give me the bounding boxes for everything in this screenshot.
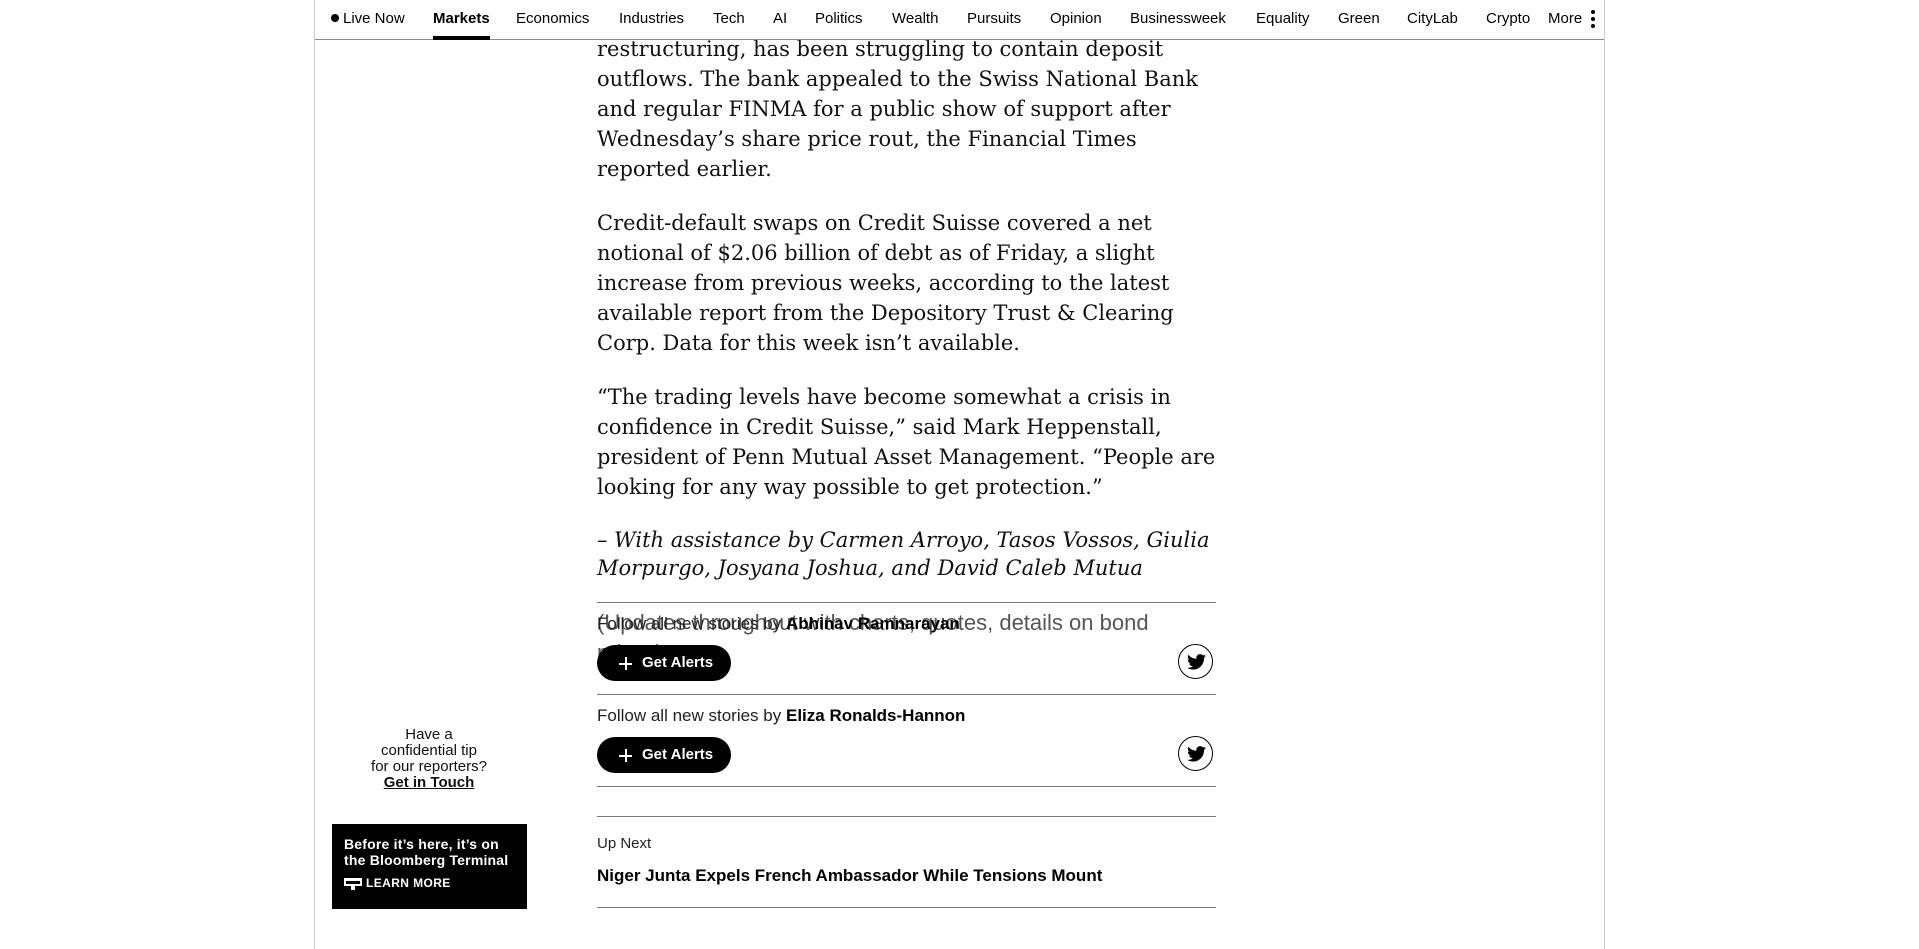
twitter-icon: [1187, 746, 1206, 762]
terminal-icon: [344, 878, 362, 890]
ad-headline: Before it’s here, it’s on the Bloomberg …: [344, 836, 509, 868]
learn-more-link[interactable]: LEARN MORE: [344, 876, 515, 890]
nav-item-businessweek[interactable]: Businessweek: [1130, 0, 1226, 39]
confidential-tip: Have a confidential tip for our reporter…: [358, 727, 500, 791]
article-paragraph: “The trading levels have become somewhat…: [597, 385, 1216, 499]
nav-item-opinion[interactable]: Opinion: [1050, 0, 1102, 39]
author-name[interactable]: Abhinav Ramnarayan: [786, 614, 960, 633]
nav-item-pursuits[interactable]: Pursuits: [967, 0, 1021, 39]
nav-item-crypto[interactable]: Crypto: [1486, 0, 1530, 39]
get-alerts-button[interactable]: Get Alerts: [597, 645, 731, 681]
get-in-touch-link[interactable]: Get in Touch: [358, 775, 500, 791]
follow-author-row: Follow all new stories by Eliza Ronalds-…: [597, 706, 966, 725]
live-dot-icon: [331, 14, 339, 22]
nav-item-green[interactable]: Green: [1338, 0, 1380, 39]
twitter-follow-button[interactable]: [1178, 644, 1213, 679]
nav-item-politics[interactable]: Politics: [815, 0, 863, 39]
nav-item-more[interactable]: More: [1548, 0, 1582, 39]
nav-item-citylab[interactable]: CityLab: [1407, 0, 1458, 39]
twitter-icon: [1187, 654, 1206, 670]
nav-item-markets[interactable]: Markets: [433, 0, 490, 40]
article-paragraph: Credit-default swaps on Credit Suisse co…: [597, 211, 1174, 355]
divider: [597, 786, 1216, 787]
up-next-label: Up Next: [597, 835, 652, 852]
author-name[interactable]: Eliza Ronalds-Hannon: [786, 706, 965, 725]
twitter-follow-button[interactable]: [1178, 736, 1213, 771]
bloomberg-terminal-ad[interactable]: Before it’s here, it’s on the Bloomberg …: [332, 824, 527, 909]
nav-item-industries[interactable]: Industries: [619, 0, 684, 39]
more-vertical-dots-icon[interactable]: [1590, 10, 1596, 30]
nav-item-ai[interactable]: AI: [773, 0, 787, 39]
plus-icon: [619, 657, 632, 670]
plus-icon: [619, 749, 632, 762]
nav-item-wealth[interactable]: Wealth: [892, 0, 938, 39]
article-contributors: – With assistance by Carmen Arroyo, Taso…: [597, 528, 1210, 580]
nav-item-tech[interactable]: Tech: [713, 0, 745, 39]
divider: [597, 694, 1216, 695]
divider: [597, 816, 1216, 817]
nav-item-economics[interactable]: Economics: [516, 0, 589, 39]
get-alerts-button[interactable]: Get Alerts: [597, 737, 731, 773]
up-next-story-link[interactable]: Niger Junta Expels French Ambassador Whi…: [597, 866, 1102, 886]
article-body: restructuring, has been struggling to co…: [597, 34, 1217, 668]
top-navigation: Live Now Markets Economics Industries Te…: [315, 0, 1604, 40]
nav-live-now[interactable]: Live Now: [331, 0, 405, 39]
divider: [597, 602, 1216, 603]
nav-item-equality[interactable]: Equality: [1256, 0, 1309, 39]
article-paragraph: restructuring, has been struggling to co…: [597, 37, 1198, 181]
follow-author-row: Follow all new stories by Abhinav Ramnar…: [597, 614, 960, 633]
divider: [597, 907, 1216, 908]
